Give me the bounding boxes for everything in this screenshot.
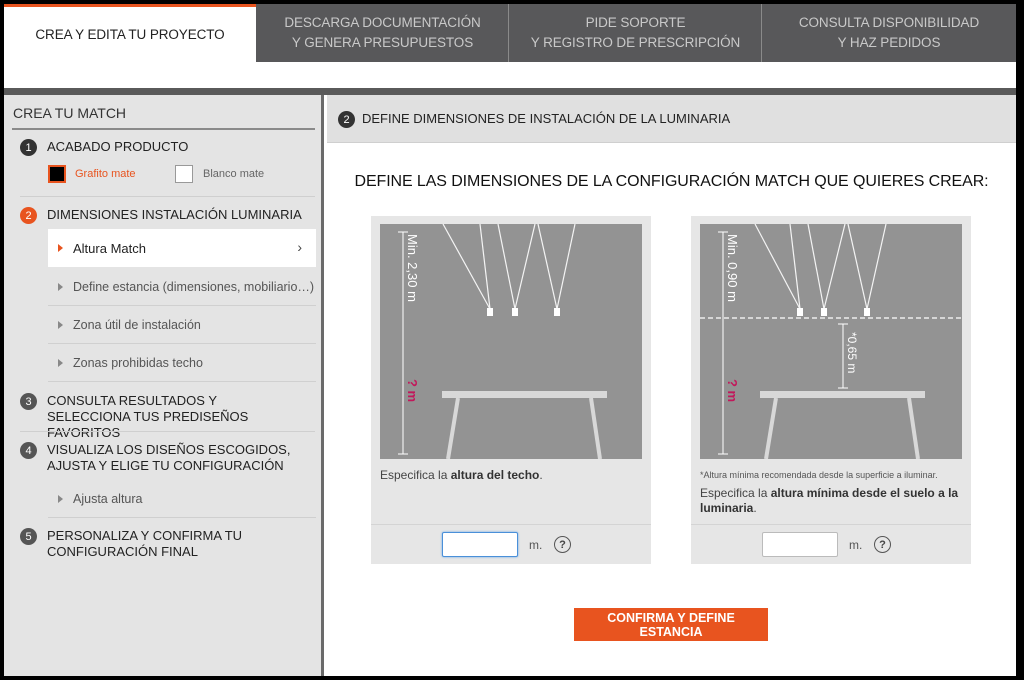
subitem-define-estancia[interactable]: Define estancia (dimensiones, mobiliario… [48,268,316,306]
section-header: 2 DEFINE DIMENSIONES DE INSTALACIÓN DE L… [327,95,1016,143]
confirm-define-estancia-button[interactable]: CONFIRMA Y DEFINE ESTANCIA [574,608,768,641]
bullet-triangle-icon [58,358,63,367]
step-5-personaliza[interactable]: 5 PERSONALIZA Y CONFIRMA TU CONFIGURACIÓ… [20,528,320,560]
step-4-visualiza[interactable]: 4 VISUALIZA LOS DISEÑOS ESCOGIDOS, AJUST… [20,442,320,474]
step-2-dimensiones[interactable]: 2 DIMENSIONES INSTALACIÓN LUMINARIA [20,207,320,224]
step-number: 2 [20,207,37,224]
help-icon[interactable]: ? [874,536,891,553]
top-tab-bar: CREA Y EDITA TU PROYECTO DESCARGA DOCUME… [4,4,1016,62]
recommendation-note: *Altura mínima recomendada desde la supe… [700,470,938,480]
sidebar-title-underline [12,128,315,130]
help-icon[interactable]: ? [554,536,571,553]
ceiling-height-card: Min. 2,30 m ? m Especifica la altura del… [371,216,651,564]
ceiling-height-input[interactable] [442,532,518,557]
section-title: DEFINE DIMENSIONES DE INSTALACIÓN DE LA … [362,111,731,126]
subitem-zona-util[interactable]: Zona útil de instalación [48,306,316,344]
section-step-number: 2 [338,111,355,128]
tab-label-line1: DESCARGA DOCUMENTACIÓN [284,15,481,30]
step-3-consulta-resultados[interactable]: 3 CONSULTA RESULTADOS Y SELECCIONA TUS P… [20,393,320,441]
step-number: 5 [20,528,37,545]
bullet-triangle-icon [58,282,63,291]
page-title: DEFINE LAS DIMENSIONES DE LA CONFIGURACI… [354,173,989,190]
sidebar-title: CREA TU MATCH [13,105,127,121]
finish-label-blanco[interactable]: Blanco mate [203,168,264,180]
step-number: 4 [20,442,37,459]
tab-consulta-disponibilidad[interactable]: CONSULTA DISPONIBILIDAD Y HAZ PEDIDOS [762,4,1016,62]
unknown-height-label: ? m [405,379,420,402]
ceiling-height-input-row: m. ? [371,524,651,564]
tab-pide-soporte[interactable]: PIDE SOPORTE Y REGISTRO DE PRESCRIPCIÓN [509,4,762,62]
tab-label-line2: Y REGISTRO DE PRESCRIPCIÓN [530,35,741,50]
ceiling-height-caption: Especifica la altura del techo. [380,468,543,482]
unknown-height-label: ? m [725,379,740,402]
tab-label: CREA Y EDITA TU PROYECTO [35,26,225,42]
chevron-right-icon: › [297,239,302,255]
step-label: PERSONALIZA Y CONFIRMA TU CONFIGURACIÓN … [47,528,243,559]
min-luminaire-height-illustration: Min. 0,90 m ? m *0,65 m [700,224,962,459]
finish-swatch-grafito[interactable] [48,165,66,183]
header-divider [4,88,1016,95]
tab-label-line2: Y HAZ PEDIDOS [837,35,941,50]
bullet-triangle-icon [58,244,63,252]
subitem-label: Zonas prohibidas techo [73,355,203,370]
min-height-label: Min. 0,90 m [725,234,740,302]
bullet-triangle-icon [58,494,63,503]
min-luminaire-height-caption: Especifica la altura mínima desde el sue… [700,486,959,515]
app-frame: CREA Y EDITA TU PROYECTO DESCARGA DOCUME… [4,4,1016,676]
tab-crea-edita[interactable]: CREA Y EDITA TU PROYECTO [4,4,256,62]
step-label: DIMENSIONES INSTALACIÓN LUMINARIA [47,207,302,222]
subitem-altura-match[interactable]: Altura Match › [48,229,316,267]
sidebar: CREA TU MATCH 1 ACABADO PRODUCTO Grafito… [4,95,324,676]
subitem-label: Zona útil de instalación [73,317,201,332]
bullet-triangle-icon [58,320,63,329]
min-luminaire-height-input-row: m. ? [691,524,971,564]
finish-swatch-blanco[interactable] [175,165,193,183]
recommended-distance-label: *0,65 m [845,332,859,373]
step-number: 1 [20,139,37,156]
min-height-label: Min. 2,30 m [405,234,420,302]
subitem-label: Define estancia (dimensiones, mobiliario… [73,279,315,294]
unit-label: m. [849,538,863,552]
min-luminaire-height-card: Min. 0,90 m ? m *0,65 m *Altura mínima r… [691,216,971,564]
step-1-acabado[interactable]: 1 ACABADO PRODUCTO [20,139,320,156]
tab-label-line2: Y GENERA PRESUPUESTOS [291,35,474,50]
finish-label-grafito[interactable]: Grafito mate [75,168,136,180]
subitem-label: Altura Match [73,240,146,256]
main-panel: 2 DEFINE DIMENSIONES DE INSTALACIÓN DE L… [327,95,1016,676]
tab-label-line1: PIDE SOPORTE [585,15,686,30]
unit-label: m. [529,538,543,552]
tab-descarga-documentacion[interactable]: DESCARGA DOCUMENTACIÓN Y GENERA PRESUPUE… [256,4,509,62]
step-label: ACABADO PRODUCTO [47,139,189,154]
step-number: 3 [20,393,37,410]
tab-label-line1: CONSULTA DISPONIBILIDAD [798,15,980,30]
subitem-ajusta-altura[interactable]: Ajusta altura [48,480,316,518]
divider [20,431,315,432]
ceiling-height-illustration: Min. 2,30 m ? m [380,224,642,459]
min-luminaire-height-input[interactable] [762,532,838,557]
step-label: VISUALIZA LOS DISEÑOS ESCOGIDOS, AJUSTA … [47,442,291,473]
subitem-label: Ajusta altura [73,491,143,506]
divider [20,196,315,197]
step-label: CONSULTA RESULTADOS Y SELECCIONA TUS PRE… [47,393,249,440]
subitem-zonas-prohibidas[interactable]: Zonas prohibidas techo [48,344,316,382]
